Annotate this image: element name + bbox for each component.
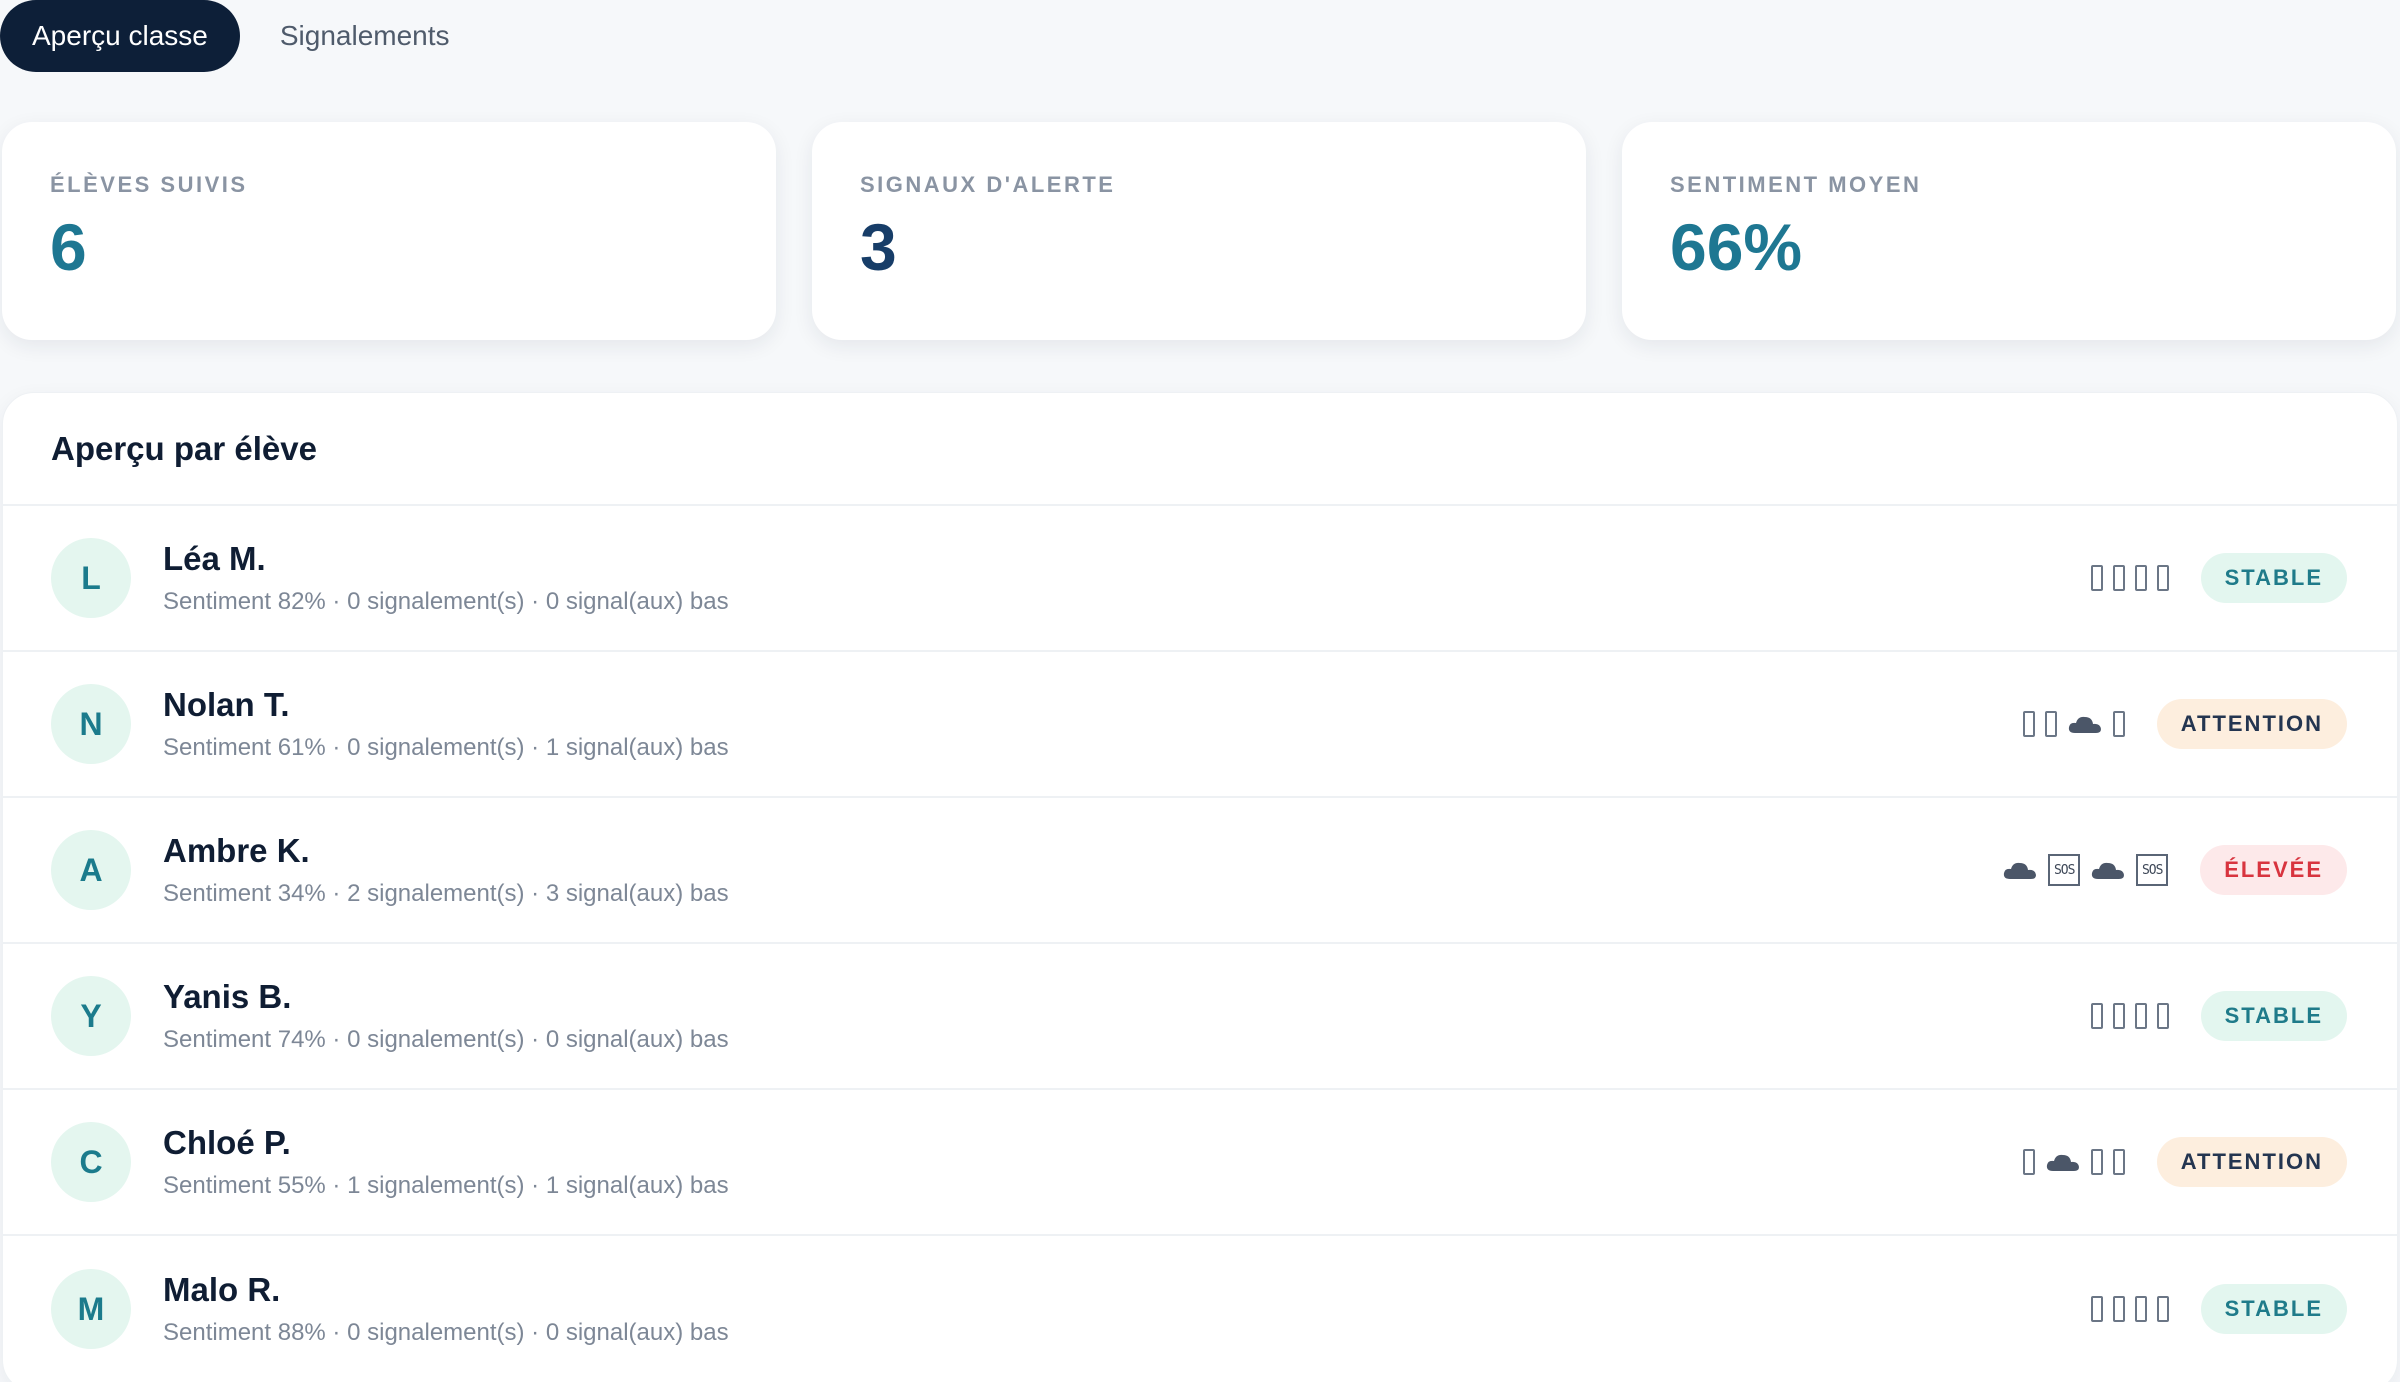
mood-glyph-icon <box>2022 1149 2035 1175</box>
mood-glyph-icon <box>2156 1003 2169 1029</box>
mood-icons <box>2090 565 2169 591</box>
student-meta: Sentiment 34% · 2 signalement(s) · 3 sig… <box>163 880 729 907</box>
mood-glyph-icon <box>2090 565 2103 591</box>
mood-icons: SOS SOS <box>2002 854 2169 886</box>
student-name: Léa M. <box>163 540 266 577</box>
sos-icon: SOS <box>2136 854 2169 886</box>
student-info: Malo R. Sentiment 88% · 0 signalement(s) … <box>163 1271 2091 1347</box>
mood-glyph-icon <box>2134 565 2147 591</box>
mood-icons <box>2022 711 2125 737</box>
mood-glyph-icon <box>2090 1149 2103 1175</box>
mood-glyph-icon <box>2156 1296 2169 1322</box>
tab-bar: Aperçu classe Signalements <box>0 0 482 72</box>
student-name: Chloé P. <box>163 1124 291 1161</box>
student-info: Léa M. Sentiment 82% · 0 signalement(s) ·… <box>163 540 2091 616</box>
status-badge: ÉLEVÉE <box>2200 845 2347 895</box>
student-meta: Sentiment 74% · 0 signalement(s) · 0 sig… <box>163 1026 729 1053</box>
avatar: N <box>51 684 131 764</box>
mood-glyph-icon <box>2112 711 2125 737</box>
student-info: Chloé P. Sentiment 55% · 1 signalement(s)… <box>163 1124 2023 1200</box>
mood-glyph-icon <box>2022 711 2035 737</box>
list-item[interactable]: M Malo R. Sentiment 88% · 0 signalement(s)… <box>3 1236 2397 1382</box>
tab-signalements[interactable]: Signalements <box>248 0 482 72</box>
student-name: Ambre K. <box>163 832 310 869</box>
stats-row: ÉLÈVES SUIVIS 6 SIGNAUX D'ALERTE 3 SENTI… <box>2 122 2396 340</box>
mood-glyph-icon <box>2090 1296 2103 1322</box>
mood-glyph-icon <box>2112 1296 2125 1322</box>
overview-panel: Aperçu par élève L Léa M. Sentiment 82% · … <box>2 392 2398 1382</box>
list-item[interactable]: A Ambre K. Sentiment 34% · 2 signalement(s… <box>3 798 2397 944</box>
mood-glyph-icon <box>2156 565 2169 591</box>
mood-icons <box>2090 1296 2169 1322</box>
mood-glyph-icon <box>2112 1149 2125 1175</box>
sos-icon: SOS <box>2048 854 2081 886</box>
mood-glyph-icon <box>2044 711 2057 737</box>
student-meta: Sentiment 55% · 1 signalement(s) · 1 sig… <box>163 1172 729 1199</box>
stat-value: 3 <box>860 210 897 284</box>
mood-glyph-icon <box>2134 1003 2147 1029</box>
status-badge: STABLE <box>2200 991 2347 1041</box>
cloud-icon <box>2092 862 2125 879</box>
status-badge: ATTENTION <box>2156 699 2347 749</box>
stat-label: SIGNAUX D'ALERTE <box>860 172 1116 197</box>
status-badge: ATTENTION <box>2156 1137 2347 1187</box>
stat-label: SENTIMENT MOYEN <box>1670 172 1922 197</box>
mood-glyph-icon <box>2090 1003 2103 1029</box>
list-item[interactable]: C Chloé P. Sentiment 55% · 1 signalement(s… <box>3 1090 2397 1236</box>
avatar: L <box>51 538 131 618</box>
panel-title: Aperçu par élève <box>3 393 2397 506</box>
mood-glyph-icon <box>2112 1003 2125 1029</box>
avatar: C <box>51 1122 131 1202</box>
student-name: Yanis B. <box>163 978 292 1015</box>
cloud-icon <box>2004 862 2037 879</box>
avatar: A <box>51 830 131 910</box>
tab-apercu-classe[interactable]: Aperçu classe <box>0 0 240 72</box>
list-item[interactable]: N Nolan T. Sentiment 61% · 0 signalement(s… <box>3 652 2397 798</box>
cloud-icon <box>2068 716 2101 733</box>
avatar: Y <box>51 976 131 1056</box>
student-name: Nolan T. <box>163 686 290 723</box>
student-list: L Léa M. Sentiment 82% · 0 signalement(s) … <box>3 506 2397 1382</box>
stat-label: ÉLÈVES SUIVIS <box>50 172 248 197</box>
stat-card-eleves: ÉLÈVES SUIVIS 6 <box>2 122 776 340</box>
mood-icons <box>2090 1003 2169 1029</box>
stat-card-sentiment: SENTIMENT MOYEN 66% <box>1622 122 2396 340</box>
stat-card-signaux: SIGNAUX D'ALERTE 3 <box>812 122 1586 340</box>
mood-glyph-icon <box>2134 1296 2147 1322</box>
list-item[interactable]: Y Yanis B. Sentiment 74% · 0 signalement(s… <box>3 944 2397 1090</box>
student-name: Malo R. <box>163 1271 281 1308</box>
student-info: Nolan T. Sentiment 61% · 0 signalement(s)… <box>163 686 2023 762</box>
mood-glyph-icon <box>2112 565 2125 591</box>
student-info: Ambre K. Sentiment 34% · 2 signalement(s)… <box>163 832 2002 908</box>
stat-value: 6 <box>50 210 87 284</box>
status-badge: STABLE <box>2200 1284 2347 1334</box>
list-item[interactable]: L Léa M. Sentiment 82% · 0 signalement(s) … <box>3 506 2397 652</box>
stat-value: 66% <box>1670 210 1803 284</box>
student-info: Yanis B. Sentiment 74% · 0 signalement(s)… <box>163 978 2091 1054</box>
status-badge: STABLE <box>2200 553 2347 603</box>
avatar: M <box>51 1269 131 1349</box>
cloud-icon <box>2046 1154 2079 1171</box>
mood-icons <box>2022 1149 2125 1175</box>
student-meta: Sentiment 82% · 0 signalement(s) · 0 sig… <box>163 588 729 615</box>
student-meta: Sentiment 88% · 0 signalement(s) · 0 sig… <box>163 1319 729 1346</box>
student-meta: Sentiment 61% · 0 signalement(s) · 1 sig… <box>163 734 729 761</box>
